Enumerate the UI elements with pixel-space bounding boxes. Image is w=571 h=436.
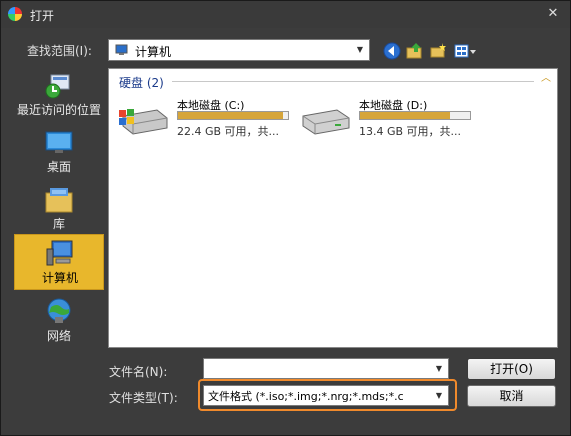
- windows-drive-icon: [119, 109, 168, 135]
- group-header-hard-disks[interactable]: 硬盘 (2): [119, 74, 164, 91]
- place-label: 库: [52, 217, 65, 231]
- look-in-combo[interactable]: 计算机 ▼: [108, 39, 370, 61]
- drive-c[interactable]: 本地磁盘 (C:) 22.4 GB 可用，共...: [117, 95, 297, 139]
- file-list[interactable]: 硬盘 (2) ︿ 本地磁盘 (C:) 22.4 GB 可用，共... 本地磁盘 …: [108, 68, 558, 348]
- app-icon: [8, 7, 22, 21]
- up-folder-icon[interactable]: [405, 41, 425, 61]
- place-label: 桌面: [46, 160, 71, 174]
- file-type-select[interactable]: 文件格式 (*.iso;*.img;*.nrg;*.mds;*.c ▼: [203, 385, 449, 406]
- view-menu-icon[interactable]: [453, 41, 477, 61]
- group-divider: [172, 81, 534, 82]
- drive-d[interactable]: 本地磁盘 (D:) 13.4 GB 可用，共...: [299, 95, 479, 139]
- place-label: 计算机: [41, 271, 78, 285]
- network-icon: [47, 298, 71, 323]
- close-icon[interactable]: ✕: [544, 5, 562, 23]
- place-computer[interactable]: 计算机: [14, 234, 104, 290]
- open-button[interactable]: 打开(O): [467, 358, 556, 380]
- window-title: 打开: [30, 9, 55, 23]
- places-bar: 最近访问的位置 桌面 库 计算机 网络: [14, 67, 105, 351]
- libraries-icon: [45, 188, 73, 213]
- drive-usage-fill: [178, 112, 283, 119]
- place-label: 最近访问的位置: [16, 103, 101, 117]
- new-folder-icon[interactable]: [428, 41, 448, 61]
- recent-places-icon: [45, 74, 70, 99]
- computer-icon: [115, 44, 128, 55]
- file-name-label: 文件名(N):: [109, 365, 168, 379]
- place-label: 网络: [46, 329, 71, 343]
- place-recent[interactable]: 最近访问的位置: [14, 67, 104, 123]
- chevron-down-icon[interactable]: ▼: [434, 391, 444, 401]
- file-type-value: 文件格式 (*.iso;*.img;*.nrg;*.mds;*.c: [208, 390, 404, 403]
- place-network[interactable]: 网络: [14, 293, 104, 349]
- drive-usage-bar: [177, 111, 289, 120]
- drive-usage-fill: [360, 112, 451, 119]
- desktop-icon: [45, 131, 73, 153]
- open-dialog: 打开 ✕ 查找范围(I): 计算机 ▼ 最近访问的位置 桌面 库 计算机 网络 …: [0, 0, 571, 436]
- look-in-label: 查找范围(I):: [27, 44, 92, 58]
- title-bar[interactable]: 打开 ✕: [1, 1, 570, 28]
- cancel-button[interactable]: 取消: [467, 385, 556, 407]
- look-in-value: 计算机: [135, 45, 172, 59]
- place-desktop[interactable]: 桌面: [14, 124, 104, 180]
- drive-info: 13.4 GB 可用，共...: [359, 125, 462, 138]
- drive-info: 22.4 GB 可用，共...: [177, 125, 280, 138]
- back-arrow-icon[interactable]: [382, 41, 402, 61]
- file-type-label: 文件类型(T):: [109, 391, 178, 405]
- drive-usage-bar: [359, 111, 471, 120]
- chevron-down-icon[interactable]: ▼: [434, 364, 444, 374]
- hard-drive-icon: [302, 109, 350, 135]
- chevron-up-icon[interactable]: ︿: [541, 73, 553, 85]
- computer-icon: [46, 240, 73, 266]
- file-name-input[interactable]: ▼: [203, 358, 449, 379]
- place-libraries[interactable]: 库: [14, 181, 104, 237]
- chevron-down-icon[interactable]: ▼: [355, 45, 365, 55]
